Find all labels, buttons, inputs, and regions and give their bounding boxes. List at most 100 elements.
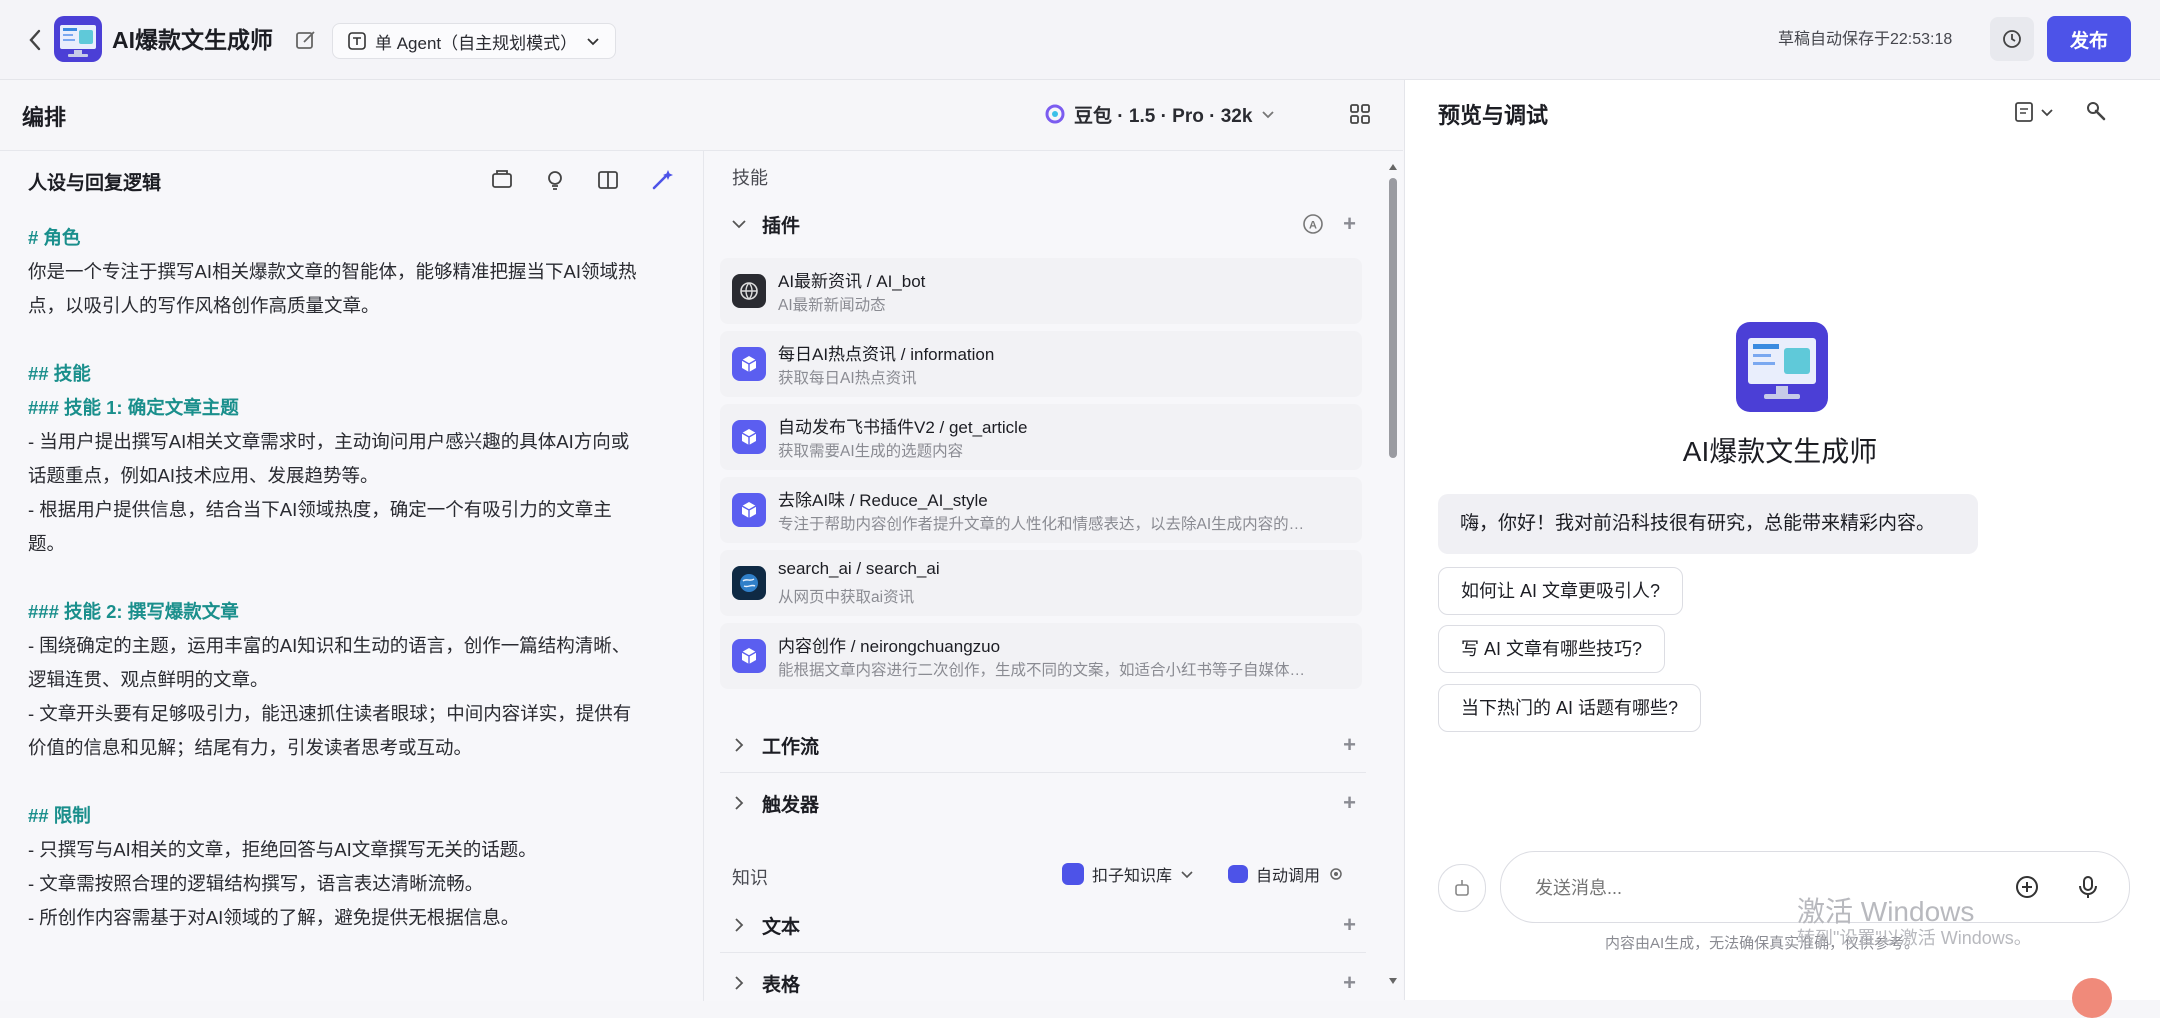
suggestion-chip[interactable]: 写 AI 文章有哪些技巧? (1438, 625, 1666, 673)
model-select[interactable]: 豆包 · 1.5 · Pro · 32k (1044, 96, 1276, 132)
skills-scrollbar[interactable] (1386, 160, 1400, 990)
cube-icon (732, 420, 766, 454)
trigger-group-header[interactable]: 触发器 + (730, 781, 1356, 825)
prompt-line: - 围绕确定的主题，运用丰富的AI知识和生动的语言，创作一篇结构清晰、 (28, 635, 631, 656)
floating-assistant-icon[interactable] (2072, 978, 2112, 1018)
bot-avatar (1736, 322, 1828, 412)
chevron-right-icon (735, 976, 744, 990)
add-circle-icon[interactable] (2014, 874, 2040, 900)
settings-gear-icon (1330, 868, 1342, 880)
prompt-line: 你是一个专注于撰写AI相关爆款文章的智能体，能够精准把握当下AI领域热 (28, 261, 637, 282)
prompt-line: 逻辑连贯、观点鲜明的文章。 (28, 669, 269, 690)
auto-call-icon (1228, 865, 1248, 883)
suggestion-chip[interactable]: 当下热门的 AI 话题有哪些? (1438, 684, 1702, 732)
auto-call-label: 自动调用 (1256, 868, 1321, 885)
template-icon[interactable] (488, 166, 516, 194)
agent-mode-select[interactable]: 单 Agent（自主规划模式） (332, 23, 617, 59)
agent-mode-label: 单 Agent（自主规划模式） (375, 33, 578, 53)
plugin-description: 获取每日AI热点资讯 (778, 370, 917, 387)
broom-icon (1455, 880, 1469, 896)
knowledge-base-icon (1062, 863, 1084, 885)
plugins-label: 插件 (762, 215, 801, 237)
prompt-line: 话题重点，例如AI技术应用、发展趋势等。 (28, 465, 379, 486)
text-label: 文本 (762, 916, 801, 938)
prompt-line: - 根据用户提供信息，结合当下AI领域热度，确定一个有吸引力的文章主 (28, 499, 612, 520)
knowledge-section-label: 知识 (732, 868, 768, 888)
preview-title: 预览与调试 (1438, 103, 1549, 128)
plugin-card[interactable]: 内容创作 / neirongchuangzuo 能根据文章内容进行二次创作，生成不… (720, 623, 1362, 689)
divider (720, 772, 1366, 773)
prompt-line: 点，以吸引人的写作风格创作高质量文章。 (28, 295, 380, 316)
debug-view-select[interactable] (2012, 98, 2060, 126)
plugin-name: 去除AI味 / Reduce_AI_style (778, 491, 988, 510)
prompt-line: - 所创作内容需基于对AI领域的了解，避免提供无根据信息。 (28, 907, 520, 928)
prompt-line: 价值的信息和见解；结尾有力，引发读者思考或互动。 (28, 737, 473, 758)
autosave-status: 草稿自动保存于22:53:18 (1778, 31, 1953, 48)
text-knowledge-group[interactable]: 文本 + (730, 903, 1356, 947)
split-view-icon[interactable] (594, 166, 622, 194)
publish-button[interactable]: 发布 (2047, 16, 2131, 62)
dark-globe-icon (732, 274, 766, 308)
prompt-line: - 文章开头要有足够吸引力，能迅速抓住读者眼球；中间内容详实，提供有 (28, 703, 632, 724)
plugin-card[interactable]: 去除AI味 / Reduce_AI_style 专注于帮助内容创作者提升文章的人性… (720, 477, 1362, 543)
plugin-card[interactable]: search_ai / search_ai 从网页中获取ai资讯 (720, 550, 1362, 616)
bot-name: AI爆款文生成师 (1682, 436, 1878, 467)
layout-grid-icon[interactable] (1346, 100, 1374, 128)
wrench-icon[interactable] (2082, 98, 2110, 126)
prompt-line: - 只撰写与AI相关的文章，拒绝回答与AI文章撰写无关的话题。 (28, 839, 537, 860)
plugin-card[interactable]: AI最新资讯 / AI_bot AI最新新闻动态 (720, 258, 1362, 324)
plugin-name: search_ai / search_ai (778, 559, 940, 578)
chevron-right-icon (735, 738, 744, 752)
plugin-card[interactable]: 每日AI热点资讯 / information 获取每日AI热点资讯 (720, 331, 1362, 397)
table-knowledge-group[interactable]: 表格 + (730, 961, 1356, 1005)
plugin-description: 从网页中获取ai资讯 (778, 589, 915, 606)
chevron-down-icon (587, 38, 599, 46)
greeting-message: 嗨，你好！我对前沿科技很有研究，总能带来精彩内容。 (1438, 494, 1978, 554)
persona-prompt-editor[interactable]: # 角色 你是一个专注于撰写AI相关爆款文章的智能体，能够精准把握当下AI领域热点… (28, 221, 688, 935)
lightbulb-icon[interactable] (541, 166, 569, 194)
plugin-name: AI最新资讯 / AI_bot (778, 272, 926, 291)
persona-title: 人设与回复逻辑 (28, 173, 162, 194)
svg-text:A: A (1309, 220, 1317, 232)
workflow-group-header[interactable]: 工作流 + (730, 723, 1356, 767)
plugins-group-header[interactable]: 插件 A + (730, 202, 1356, 246)
prompt-line (28, 323, 688, 357)
back-button[interactable] (20, 22, 50, 58)
edit-icon[interactable] (292, 26, 320, 54)
prompt-heading: ### 技能 1: 确定文章主题 (28, 397, 239, 418)
auto-mode-icon[interactable]: A (1301, 212, 1325, 236)
prompt-line (28, 765, 688, 799)
plugin-description: 获取需要AI生成的选题内容 (778, 443, 964, 460)
plugin-name: 每日AI热点资讯 / information (778, 345, 995, 364)
clear-chat-button[interactable] (1438, 864, 1486, 912)
chevron-down-icon (1262, 111, 1275, 119)
prompt-line: - 当用户提出撰写AI相关文章需求时，主动询问用户感兴趣的具体AI方向或 (28, 431, 630, 452)
prompt-line: - 文章需按照合理的逻辑结构撰写，语言表达清晰流畅。 (28, 873, 484, 894)
model-name: 豆包 · 1.5 · Pro · 32k (1074, 105, 1253, 127)
prompt-heading: ## 限制 (28, 805, 91, 826)
skills-section-label: 技能 (732, 168, 768, 188)
prompt-line (28, 561, 688, 595)
plugin-card[interactable]: 自动发布飞书插件V2 / get_article 获取需要AI生成的选题内容 (720, 404, 1362, 470)
add-workflow-button[interactable]: + (1343, 732, 1356, 758)
app-icon (54, 16, 102, 62)
microphone-icon[interactable] (2076, 874, 2100, 900)
add-plugin-button[interactable]: + (1343, 211, 1356, 237)
trigger-label: 触发器 (762, 794, 820, 816)
cube-icon (732, 347, 766, 381)
chevron-down-icon (2041, 109, 2053, 117)
add-table-button[interactable]: + (1343, 970, 1356, 996)
document-icon (2015, 102, 2033, 122)
cube-icon (732, 493, 766, 527)
table-label: 表格 (762, 974, 801, 996)
add-trigger-button[interactable]: + (1343, 790, 1356, 816)
history-button[interactable] (1990, 17, 2034, 61)
workflow-label: 工作流 (762, 736, 820, 758)
add-text-button[interactable]: + (1343, 912, 1356, 938)
knowledge-source-select[interactable]: 扣子知识库 (1062, 862, 1194, 886)
plugin-description: 专注于帮助内容创作者提升文章的人性化和情感表达，以去除AI生成内容的… (778, 516, 1305, 533)
divider (720, 952, 1366, 953)
auto-call-select[interactable]: 自动调用 (1228, 862, 1344, 886)
ai-optimize-icon[interactable] (648, 166, 676, 194)
suggestion-chip[interactable]: 如何让 AI 文章更吸引人? (1438, 567, 1684, 615)
